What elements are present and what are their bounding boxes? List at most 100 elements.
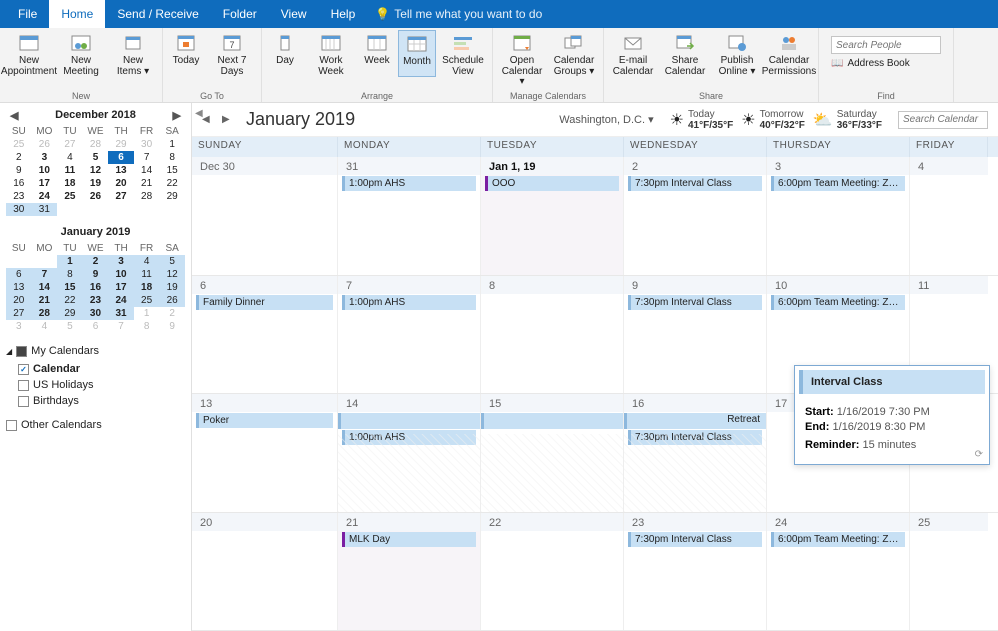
open-cal-button[interactable]: OpenCalendar ▾ [497,30,547,88]
mini-cal-day[interactable]: 1 [134,307,160,320]
mini-cal-day[interactable]: 26 [159,294,185,307]
mini-cal-day[interactable]: 30 [134,138,160,151]
mini-cal-day[interactable]: 9 [83,268,109,281]
mini-cal-day[interactable]: 30 [6,203,32,216]
day-cell[interactable]: 141:00pm AHS [338,394,481,512]
mini-cal-day[interactable]: 13 [108,164,134,177]
day-cell[interactable]: 36:00pm Team Meeting: Zoom [767,157,910,275]
mini-cal-day[interactable]: 7 [134,151,160,164]
calendar-item-birthdays[interactable]: Birthdays [6,393,185,409]
new-items-button[interactable]: NewItems ▾ [108,30,158,77]
day-cell[interactable]: 311:00pm AHS [338,157,481,275]
my-calendars-header[interactable]: ◢ My Calendars [6,345,185,357]
event-item[interactable]: 1:00pm AHS [342,295,476,310]
mini-cal-day[interactable]: 6 [6,268,32,281]
mini-cal-day[interactable]: 4 [57,151,83,164]
mini-cal-day[interactable]: 2 [83,255,109,268]
week-button[interactable]: Week [358,30,396,77]
event-item[interactable]: 6:00pm Team Meeting: Zoom [771,532,905,547]
next-month-button[interactable]: ▶ [222,114,234,125]
mini-cal-day[interactable]: 29 [57,307,83,320]
mini-cal-day[interactable]: 10 [32,164,58,177]
mini-cal-day[interactable]: 16 [6,177,32,190]
workweek-button[interactable]: WorkWeek [306,30,356,77]
mini-cal-day[interactable]: 17 [108,281,134,294]
mini-cal-day[interactable]: 8 [134,320,160,333]
menu-tab-send-receive[interactable]: Send / Receive [105,0,210,28]
mini-cal-day[interactable]: 27 [108,190,134,203]
mini-cal-day[interactable]: 3 [108,255,134,268]
event-item[interactable]: 6:00pm Team Meeting: Zoom [771,176,905,191]
calendar-item-calendar[interactable]: Calendar [6,361,185,377]
mini-cal-day[interactable]: 23 [83,294,109,307]
mini-cal-day[interactable]: 7 [32,268,58,281]
other-calendars-header[interactable]: Other Calendars [6,419,185,431]
address-book-button[interactable]: 📖 Address Book [831,58,941,69]
mini-cal-day[interactable]: 4 [32,320,58,333]
event-item[interactable]: OOO [485,176,619,191]
day-cell[interactable]: 15 [481,394,624,512]
mini-cal-day[interactable]: 21 [32,294,58,307]
day-cell[interactable]: 4 [910,157,988,275]
mini-cal-day[interactable]: 23 [6,190,32,203]
multi-day-event[interactable] [481,413,623,429]
mini-cal-day[interactable]: 7 [108,320,134,333]
email-cal-button[interactable]: E-mailCalendar [608,30,658,77]
other-checkbox[interactable] [6,420,17,431]
mini-cal-day[interactable]: 24 [32,190,58,203]
mini-cal-day[interactable]: 2 [159,307,185,320]
day-button[interactable]: Day [266,30,304,77]
day-cell[interactable]: Jan 1, 19OOO [481,157,624,275]
mini-cal-day[interactable]: 17 [32,177,58,190]
event-item[interactable]: 7:30pm Interval Class [628,295,762,310]
prev-month-icon[interactable]: ◀ [10,109,18,122]
mini-cal-day[interactable]: 15 [159,164,185,177]
mini-cal-day[interactable]: 2 [6,151,32,164]
today-button[interactable]: Today [167,30,205,77]
mini-cal-day[interactable]: 9 [159,320,185,333]
share-cal-button[interactable]: ShareCalendar [660,30,710,77]
schedule-button[interactable]: ScheduleView [438,30,488,77]
day-cell[interactable]: 13Poker [192,394,338,512]
mixed-checkbox[interactable] [16,346,27,357]
calendar-checkbox[interactable] [18,380,29,391]
cal-groups-button[interactable]: CalendarGroups ▾ [549,30,599,88]
mini-cal-day[interactable]: 8 [159,151,185,164]
menu-tab-folder[interactable]: Folder [211,0,269,28]
mini-cal-day[interactable]: 20 [6,294,32,307]
weather-location[interactable]: Washington, D.C. ▾ [559,113,653,126]
mini-cal-day[interactable]: 3 [32,151,58,164]
day-cell[interactable]: 8 [481,276,624,394]
mini-cal-day[interactable]: 14 [134,164,160,177]
multi-day-event[interactable] [338,413,480,429]
weather-day-saturday[interactable]: ⛅Saturday36°F/33°F [813,109,882,131]
day-cell[interactable]: Dec 30 [192,157,338,275]
calendar-checkbox[interactable] [18,396,29,407]
menu-tab-file[interactable]: File [6,0,49,28]
mini-cal-day[interactable]: 24 [108,294,134,307]
mini-cal-day[interactable]: 1 [57,255,83,268]
mini-cal-day[interactable]: 12 [83,164,109,177]
event-item[interactable]: Family Dinner [196,295,333,310]
mini-cal-day[interactable]: 1 [159,138,185,151]
mini-cal-day[interactable]: 25 [134,294,160,307]
mini-cal-day[interactable]: 26 [32,138,58,151]
mini-cal-day[interactable]: 28 [134,190,160,203]
day-cell[interactable]: 16Retreat7:30pm Interval Class [624,394,767,512]
mini-cal-day[interactable]: 12 [159,268,185,281]
search-calendar-input[interactable] [898,111,988,129]
day-cell[interactable]: 237:30pm Interval Class [624,513,767,631]
day-cell[interactable]: 27:30pm Interval Class [624,157,767,275]
multi-day-event[interactable]: Retreat [624,413,766,429]
mini-cal-day[interactable]: 16 [83,281,109,294]
month-button[interactable]: Month [398,30,436,77]
new-appt-button[interactable]: NewAppointment [4,30,54,77]
day-cell[interactable]: 71:00pm AHS [338,276,481,394]
mini-cal-day[interactable]: 8 [57,268,83,281]
menu-tab-home[interactable]: Home [49,0,105,28]
mini-cal-day[interactable]: 5 [83,151,109,164]
mini-cal-day[interactable]: 25 [6,138,32,151]
publish-button[interactable]: PublishOnline ▾ [712,30,762,77]
day-cell[interactable]: 25 [910,513,988,631]
mini-cal-day[interactable]: 19 [159,281,185,294]
